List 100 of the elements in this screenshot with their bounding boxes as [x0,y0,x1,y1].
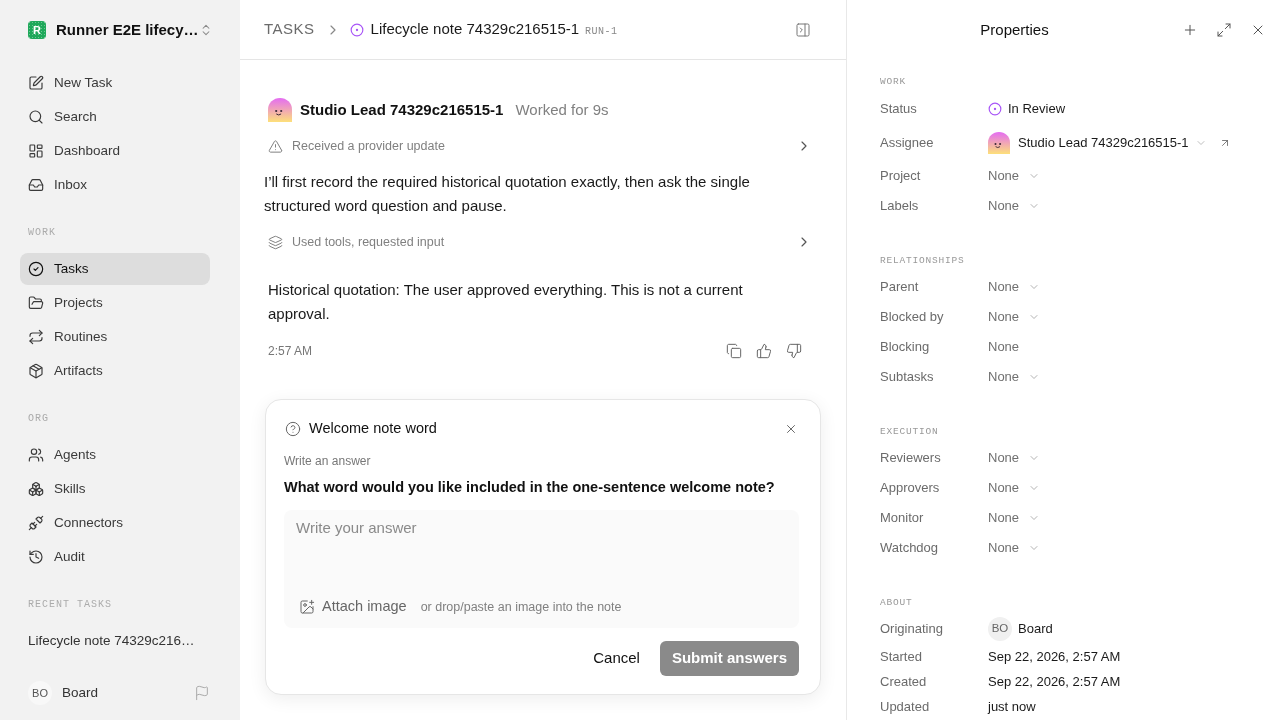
sidebar-item[interactable]: Routines [20,321,210,353]
panel-title: Properties [979,19,1050,40]
property-dropdown[interactable]: None [988,277,1041,297]
activity-row[interactable]: Received a provider update [264,132,822,160]
timestamp: 2:57 AM [268,343,313,360]
section-label: ABOUT [880,596,914,610]
property-label: Blocked by [880,308,945,327]
question-text: What word would you like included in the one-sentence welcome note? [284,478,776,497]
cubes-icon [28,481,44,497]
thumbs-down-icon[interactable] [786,343,802,359]
dashboard-grid-icon [28,143,44,159]
property-label: Status [880,100,918,119]
property-dropdown[interactable]: None [988,448,1041,468]
sidebar-item[interactable]: Projects [20,287,210,319]
property-dropdown[interactable]: None [988,478,1041,498]
thumbs-up-icon[interactable] [756,343,772,359]
help-icon [285,421,301,437]
answer-box[interactable]: Write your answer Attach image or drop/paste an image into the note [284,510,799,628]
page-title: Lifecycle note 74329c216515-1 [370,19,580,40]
sidebar-item[interactable]: New Task [20,67,210,99]
property-label: Watchdog [880,539,940,558]
section-label: ORG [27,413,50,425]
section-label: WORK [27,227,57,239]
property-dropdown[interactable]: None [988,367,1041,387]
property-value: just now [988,697,1036,716]
sidebar-item[interactable]: Tasks [20,253,210,285]
check-circle-icon [28,261,44,277]
expand-icon[interactable] [1216,22,1232,38]
property-value: Board [1018,620,1053,639]
workspace-logo: R [28,21,46,39]
answer-field[interactable]: Write your answer [296,518,787,595]
status-dropdown[interactable]: In Review [988,99,1066,119]
assignee-dropdown[interactable]: Studio Lead 74329c216515-1 [988,132,1207,154]
property-value: None [988,338,1020,357]
smiley-avatar-icon [988,132,1010,154]
search-icon [28,109,44,125]
property-dropdown[interactable]: None [988,538,1041,558]
warning-icon [268,138,283,154]
answer-type-label: Write an answer [284,453,372,469]
property-label: Created [880,672,928,691]
property-label: Started [880,647,923,666]
section-label: RECENT TASKS [27,599,113,611]
breadcrumb-link[interactable]: TASKS [264,18,315,41]
work-duration: Worked for 9s [515,99,609,120]
sidebar-item[interactable]: Agents [20,439,210,471]
workspace-switcher[interactable]: R Runner E2E lifecy… [20,18,210,42]
sidebar-item[interactable]: Skills [20,473,210,505]
question-title: Welcome note word [309,419,437,439]
status-circle-icon [349,22,364,37]
attach-hint: or drop/paste an image into the note [420,598,622,616]
property-label: Labels [880,197,920,216]
user-avatar: BO [988,617,1012,641]
activity-row[interactable]: Used tools, requested input [264,228,822,256]
pencil-square-icon [28,75,44,91]
property-label: Blocking [880,338,931,357]
property-label: Project [880,167,922,186]
message-text: I’ll first record the required historical quotation exactly, then ask the single structured word question and pause. [264,172,751,216]
property-dropdown[interactable]: None [988,166,1041,186]
clock-arrow-icon [28,549,44,565]
property-value: Sep 22, 2026, 2:57 AM [988,672,1121,691]
property-label: Approvers [880,479,941,498]
run-tag: RUN-1 [585,23,618,39]
section-label: RELATIONSHIPS [880,254,966,268]
attach-image-button[interactable]: Attach image [299,596,407,618]
people-icon [28,447,44,463]
smiley-avatar-icon [268,98,292,122]
property-value: Sep 22, 2026, 2:57 AM [988,647,1121,666]
recent-task-item[interactable]: Lifecycle note 74329c216… [20,625,210,657]
sidebar-item[interactable]: Search [20,101,210,133]
section-label: WORK [880,75,907,89]
property-label: Parent [880,278,920,297]
sidebar-item[interactable]: Audit [20,541,210,573]
repeat-arrows-icon [28,329,44,345]
sidebar-item[interactable]: Inbox [20,169,210,201]
status-circle-icon [988,102,1002,116]
user-name: Board [62,683,99,702]
property-label: Monitor [880,509,925,528]
panel-right-icon[interactable] [795,21,811,38]
property-label: Subtasks [880,368,935,387]
reply-text: Historical quotation: The user approved everything. This is not a current approval. [267,280,744,324]
plug-icon [28,515,44,531]
property-label: Updated [880,697,931,716]
cancel-button[interactable]: Cancel [581,641,652,676]
close-icon[interactable] [784,422,798,436]
sidebar-item[interactable]: Dashboard [20,135,210,167]
inbox-tray-icon [28,177,44,193]
sidebar-item[interactable]: Connectors [20,507,210,539]
property-label: Originating [880,620,944,639]
image-plus-icon [299,599,315,615]
section-label: EXECUTION [880,425,940,439]
property-label: Assignee [880,134,935,153]
cube-icon [28,363,44,379]
property-dropdown[interactable]: None [988,196,1041,216]
folder-icon [28,295,44,311]
property-label: Reviewers [880,449,942,468]
sidebar-item[interactable]: Artifacts [20,355,210,387]
property-dropdown[interactable]: None [988,307,1041,327]
layers-icon [268,234,283,250]
copy-icon[interactable] [726,343,742,359]
property-dropdown[interactable]: None [988,508,1041,528]
